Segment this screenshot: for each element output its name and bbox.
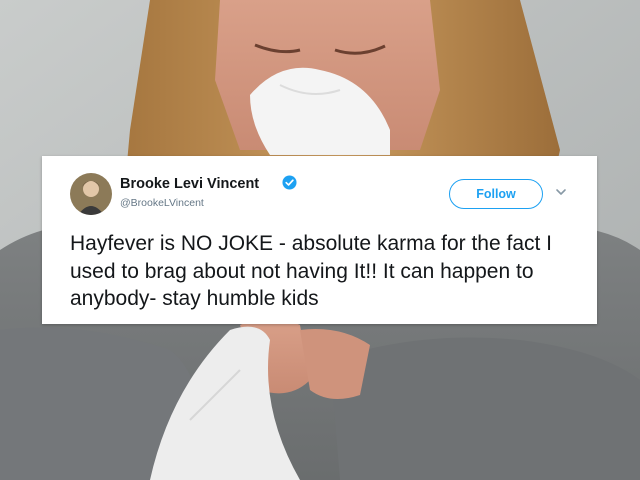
follow-button[interactable]: Follow — [449, 179, 543, 209]
verified-badge-icon — [282, 175, 297, 190]
avatar[interactable] — [70, 173, 112, 215]
display-name[interactable]: Brooke Levi Vincent — [120, 176, 259, 192]
tweet-text: Hayfever is NO JOKE - absolute karma for… — [70, 232, 553, 310]
chevron-down-icon[interactable] — [555, 187, 567, 197]
tweet-card: Brooke Levi Vincent @BrookeLVincent Foll… — [42, 156, 597, 324]
user-handle[interactable]: @BrookeLVincent — [120, 197, 204, 209]
